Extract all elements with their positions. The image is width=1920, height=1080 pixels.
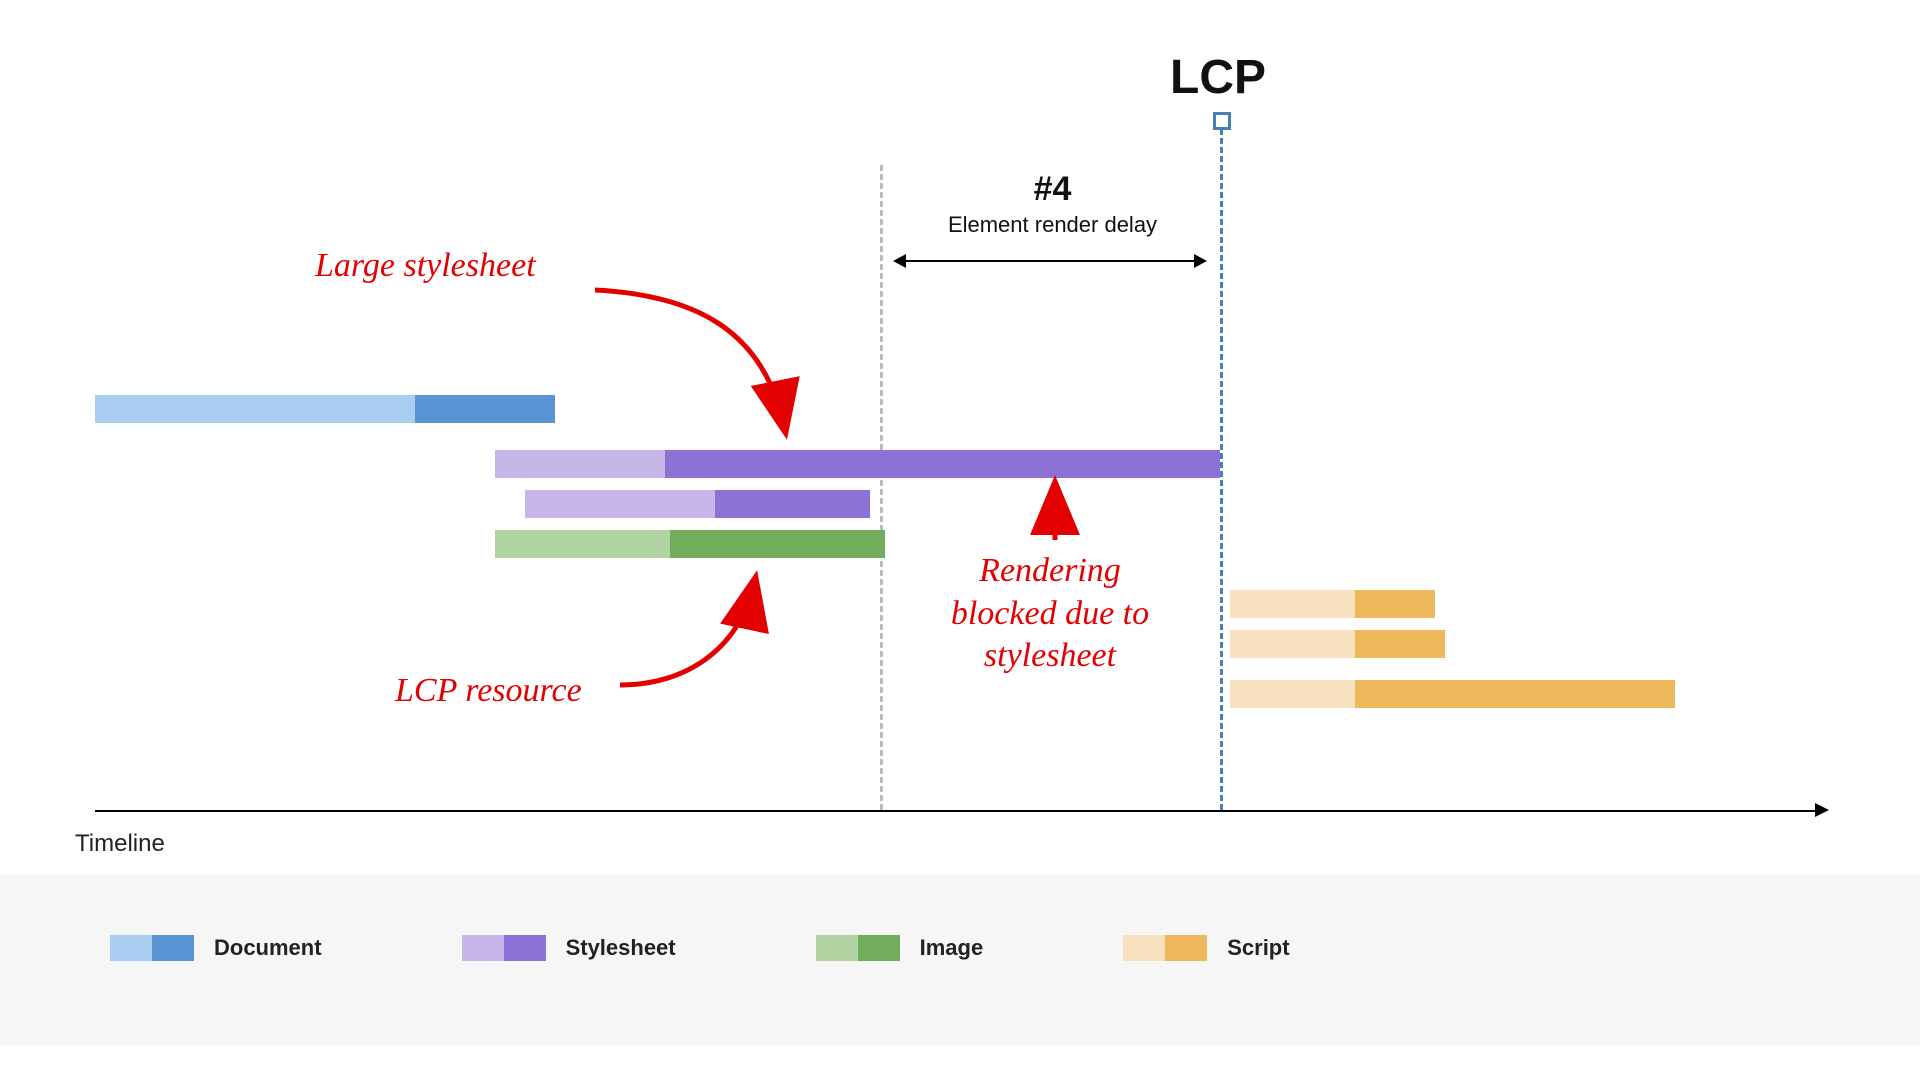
legend-image: Image <box>816 935 984 961</box>
legend-document: Document <box>110 935 322 961</box>
legend-stylesheet-label: Stylesheet <box>566 935 676 961</box>
legend-document-label: Document <box>214 935 322 961</box>
legend-image-label: Image <box>920 935 984 961</box>
timeline-axis-label: Timeline <box>75 830 165 858</box>
legend: Document Stylesheet Image Script <box>0 875 1920 1045</box>
legend-stylesheet: Stylesheet <box>462 935 676 961</box>
timeline-chart: LCP #4 Element render delay <box>95 60 1815 820</box>
timeline-axis <box>95 810 1815 812</box>
legend-script-label: Script <box>1227 935 1289 961</box>
timeline-axis-arrowhead <box>1815 803 1829 817</box>
legend-script: Script <box>1123 935 1289 961</box>
arrow-render-blocked <box>95 60 1815 860</box>
